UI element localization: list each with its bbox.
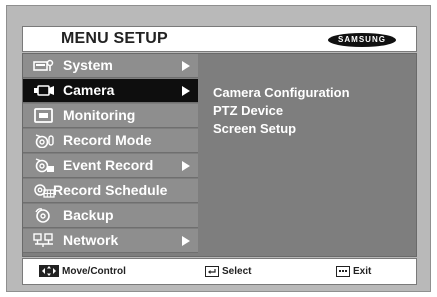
menu-item-system[interactable]: System [23, 54, 198, 78]
control-hint-bar: Move/Control Select Exit [22, 258, 417, 285]
direction-pad-icon [39, 265, 59, 278]
monitor-icon [34, 108, 53, 123]
submenu-arrow-icon [182, 86, 190, 96]
submenu-item-camera-configuration[interactable]: Camera Configuration [213, 84, 350, 102]
menu-item-label: Network [63, 232, 119, 248]
menu-key-icon [336, 265, 350, 277]
menu-item-label: System [63, 57, 113, 73]
hint-exit-label: Exit [353, 266, 372, 277]
menu-item-label: Record Mode [63, 132, 152, 148]
menu-item-camera[interactable]: Camera [23, 79, 198, 103]
camera-submenu: Camera Configuration PTZ Device Screen S… [213, 84, 350, 138]
submenu-arrow-icon [182, 236, 190, 246]
hint-exit: Exit [336, 265, 371, 279]
record-schedule-icon [34, 184, 55, 198]
network-icon [33, 233, 53, 247]
hint-move-control: Move/Control [39, 265, 126, 279]
hint-move-label: Move/Control [62, 266, 126, 277]
samsung-logo: SAMSUNG [328, 33, 396, 47]
backup-icon [35, 208, 50, 223]
menu-item-network[interactable]: Network [23, 229, 198, 253]
submenu-item-ptz-device[interactable]: PTZ Device [213, 102, 350, 120]
menu-item-label: Backup [63, 207, 114, 223]
menu-item-label: Event Record [63, 157, 154, 173]
main-menu: System Camera Monitoring Record Mode Eve… [23, 54, 198, 256]
menu-item-backup[interactable]: Backup [23, 204, 198, 228]
submenu-arrow-icon [182, 61, 190, 71]
menu-item-monitoring[interactable]: Monitoring [23, 104, 198, 128]
submenu-arrow-icon [182, 161, 190, 171]
event-record-icon [35, 158, 54, 173]
system-icon [33, 59, 54, 71]
menu-item-event-record[interactable]: Event Record [23, 154, 198, 178]
menu-content: System Camera Monitoring Record Mode Eve… [22, 53, 417, 257]
page-title: MENU SETUP [61, 30, 168, 47]
submenu-item-screen-setup[interactable]: Screen Setup [213, 120, 350, 138]
menu-header: MENU SETUP SAMSUNG [22, 26, 417, 52]
record-mode-icon [35, 134, 54, 148]
enter-key-icon [205, 265, 219, 277]
menu-item-label: Camera [63, 82, 115, 98]
menu-item-record-schedule[interactable]: Record Schedule [23, 179, 198, 203]
menu-item-record-mode[interactable]: Record Mode [23, 129, 198, 153]
hint-select-label: Select [222, 266, 252, 277]
hint-select: Select [205, 265, 251, 279]
menu-item-label: Monitoring [63, 107, 136, 123]
camera-icon [34, 85, 54, 96]
menu-item-label: Record Schedule [53, 182, 168, 198]
